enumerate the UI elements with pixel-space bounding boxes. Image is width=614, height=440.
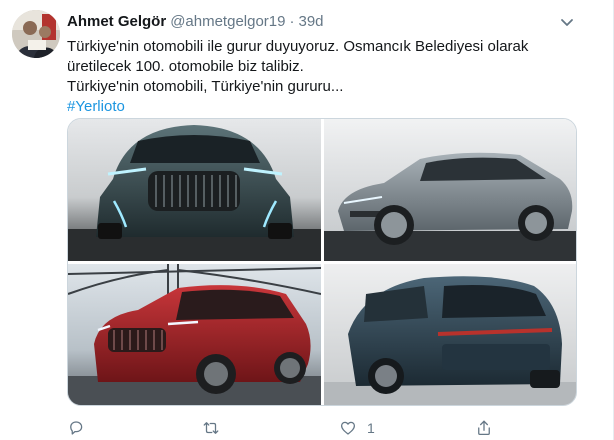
like-count: 1	[367, 420, 375, 436]
car-photo-sedan-silver[interactable]	[324, 119, 576, 261]
car-photo-front-teal[interactable]	[68, 119, 321, 261]
heart-icon	[340, 421, 356, 435]
tweet-text: Türkiye'nin otomobili ile gurur duyuyoru…	[67, 37, 557, 117]
car-photo-suv-red[interactable]	[68, 264, 321, 405]
author-name[interactable]: Ahmet Gelgör	[67, 13, 166, 30]
tweet-card[interactable]: Ahmet Gelgör @ahmetgelgor19 · 39d Türkiye'n…	[0, 0, 614, 440]
retweet-button[interactable]	[202, 417, 230, 439]
tweet-header: Ahmet Gelgör @ahmetgelgor19 · 39d	[67, 12, 573, 32]
reply-button[interactable]	[67, 417, 95, 439]
share-button[interactable]	[475, 417, 503, 439]
share-icon	[478, 420, 490, 436]
chevron-down-icon[interactable]	[557, 12, 577, 32]
avatar-image	[12, 10, 60, 58]
tweet-actions: 1	[67, 417, 577, 439]
tweet-text-line: Türkiye'nin otomobili ile gurur duyuyoru…	[67, 38, 529, 55]
tweet-text-line: üretilecek 100. otomobile biz talibiz.	[67, 58, 304, 75]
avatar[interactable]	[12, 10, 60, 58]
tweet-text-line: Türkiye'nin otomobili, Türkiye'nin gurur…	[67, 78, 344, 95]
separator-dot: ·	[289, 13, 295, 30]
hashtag-link[interactable]: #Yerlioto	[67, 97, 557, 117]
media-grid	[67, 118, 577, 406]
car-photo-suv-rear-blue[interactable]	[324, 264, 576, 405]
like-button[interactable]: 1	[339, 417, 375, 439]
retweet-icon	[203, 422, 219, 434]
timestamp[interactable]: 39d	[299, 13, 324, 30]
reply-icon	[70, 421, 83, 435]
author-handle[interactable]: @ahmetgelgor19	[170, 13, 285, 30]
